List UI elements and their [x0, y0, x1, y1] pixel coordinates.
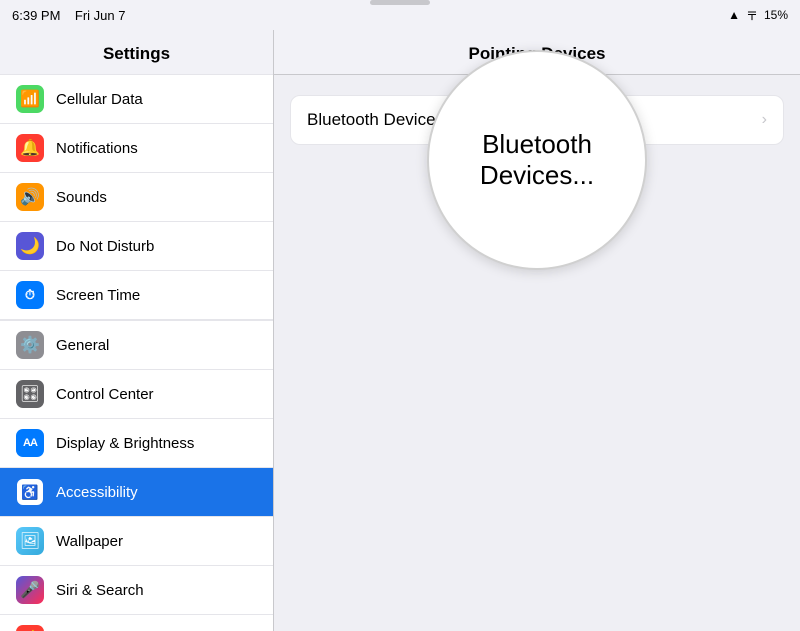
sidebar-section-1: 📶 Cellular Data 🔔 Notifications 🔊 Sounds…	[0, 74, 273, 320]
siri-label: Siri & Search	[56, 582, 144, 599]
magnifier-text: Bluetooth Devices...	[429, 129, 645, 191]
sidebar-item-controlcenter[interactable]: 🎛 Control Center	[0, 370, 273, 419]
wallpaper-label: Wallpaper	[56, 533, 123, 550]
notifications-label: Notifications	[56, 140, 138, 157]
controlcenter-icon: 🎛	[16, 380, 44, 408]
sounds-icon: 🔊	[16, 183, 44, 211]
notifications-icon: 🔔	[16, 134, 44, 162]
cellular-icon: 📶	[16, 85, 44, 113]
sidebar: Settings 📶 Cellular Data 🔔 Notifications…	[0, 30, 274, 631]
sidebar-item-cellular[interactable]: 📶 Cellular Data	[0, 74, 273, 124]
sidebar-item-notifications[interactable]: 🔔 Notifications	[0, 124, 273, 173]
sounds-label: Sounds	[56, 189, 107, 206]
battery-display: 15%	[764, 8, 788, 22]
time-display: 6:39 PM	[12, 8, 60, 23]
status-icons: ▲ 〒 15%	[728, 7, 788, 24]
sidebar-item-display[interactable]: AA Display & Brightness	[0, 419, 273, 468]
donotdisturb-label: Do Not Disturb	[56, 238, 154, 255]
sidebar-item-general[interactable]: ⚙️ General	[0, 320, 273, 370]
controlcenter-label: Control Center	[56, 386, 154, 403]
touchid-icon: ☝	[16, 625, 44, 631]
display-icon: AA	[16, 429, 44, 457]
cellular-label: Cellular Data	[56, 91, 143, 108]
display-label: Display & Brightness	[56, 435, 194, 452]
sidebar-item-accessibility[interactable]: ♿ Accessibility	[0, 468, 273, 517]
sidebar-item-siri[interactable]: 🎤 Siri & Search	[0, 566, 273, 615]
accessibility-icon: ♿	[16, 478, 44, 506]
siri-icon: 🎤	[16, 576, 44, 604]
sidebar-item-sounds[interactable]: 🔊 Sounds	[0, 173, 273, 222]
main-layout: Settings 📶 Cellular Data 🔔 Notifications…	[0, 30, 800, 631]
sidebar-item-donotdisturb[interactable]: 🌙 Do Not Disturb	[0, 222, 273, 271]
signal-icon: 〒	[746, 7, 758, 24]
sidebar-title: Settings	[0, 30, 273, 74]
date-display: Fri Jun 7	[75, 8, 126, 23]
wifi-icon: ▲	[728, 8, 740, 22]
magnifier-overlay: Bluetooth Devices...	[427, 50, 647, 270]
chevron-icon: ›	[762, 111, 767, 129]
status-time: 6:39 PM Fri Jun 7	[12, 8, 125, 23]
general-icon: ⚙️	[16, 331, 44, 359]
sidebar-item-touchid[interactable]: ☝ Touch ID & Passcode	[0, 615, 273, 631]
wallpaper-icon: 🖼	[16, 527, 44, 555]
content-area: Pointing Devices Bluetooth Devices... › …	[274, 30, 800, 631]
screentime-label: Screen Time	[56, 287, 140, 304]
drag-indicator	[370, 0, 430, 5]
sidebar-item-wallpaper[interactable]: 🖼 Wallpaper	[0, 517, 273, 566]
accessibility-label: Accessibility	[56, 484, 138, 501]
donotdisturb-icon: 🌙	[16, 232, 44, 260]
general-label: General	[56, 337, 109, 354]
screentime-icon: ⏱	[16, 281, 44, 309]
sidebar-section-2: ⚙️ General 🎛 Control Center AA Display &…	[0, 320, 273, 631]
sidebar-item-screentime[interactable]: ⏱ Screen Time	[0, 271, 273, 320]
